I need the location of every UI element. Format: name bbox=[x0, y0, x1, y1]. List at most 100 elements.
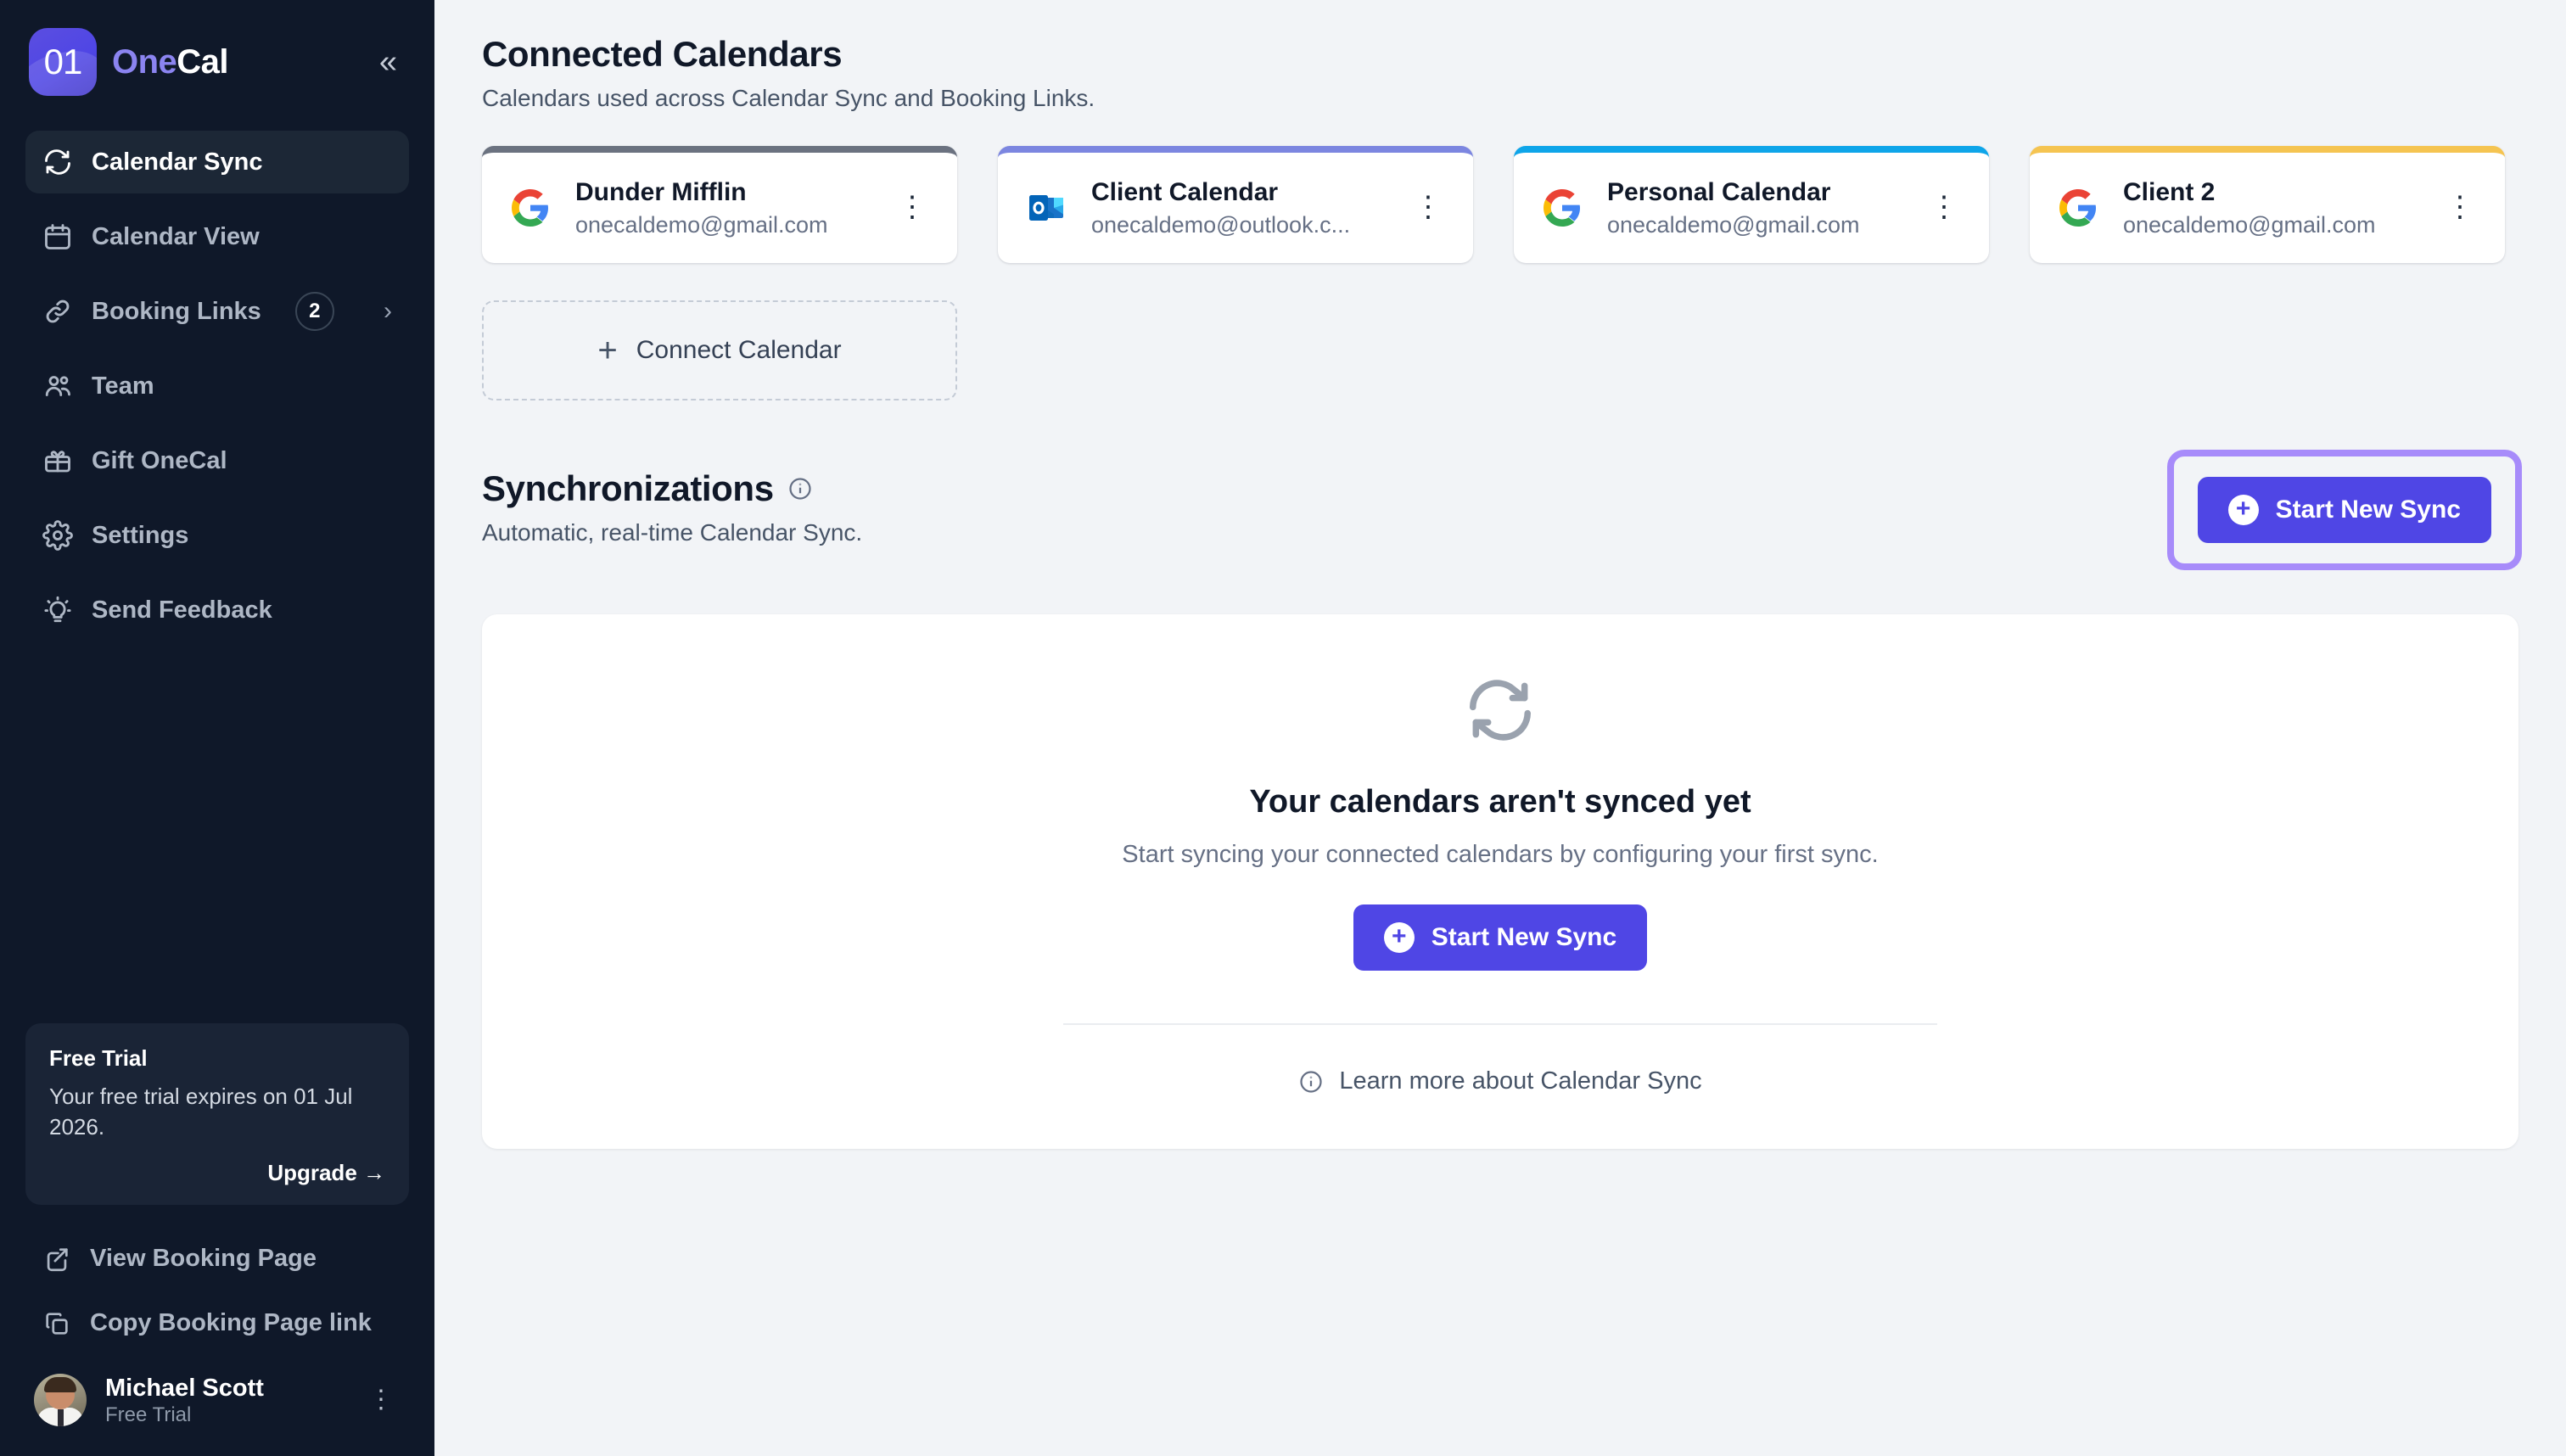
divider bbox=[1063, 1023, 1937, 1025]
synchronizations-subtitle: Automatic, real-time Calendar Sync. bbox=[482, 519, 2167, 546]
calendar-card[interactable]: Personal Calendar onecaldemo@gmail.com ⋮ bbox=[1514, 146, 1989, 263]
gift-icon bbox=[42, 445, 73, 476]
start-new-sync-highlight: + Start New Sync bbox=[2167, 450, 2522, 570]
sidebar-item-booking-links[interactable]: Booking Links 2 › bbox=[25, 280, 409, 343]
quick-link-label: Copy Booking Page link bbox=[90, 1309, 372, 1337]
sync-icon bbox=[42, 147, 73, 177]
calendar-card-texts: Client 2 onecaldemo@gmail.com bbox=[2123, 178, 2376, 238]
start-new-sync-label: Start New Sync bbox=[2276, 496, 2461, 524]
google-icon bbox=[2055, 185, 2101, 231]
sidebar-item-send-feedback[interactable]: Send Feedback bbox=[25, 579, 409, 641]
copy-booking-page-link[interactable]: Copy Booking Page link bbox=[0, 1291, 434, 1356]
sidebar-item-label: Settings bbox=[92, 522, 188, 550]
calendar-name: Personal Calendar bbox=[1607, 178, 1860, 207]
brand-name-cal: Cal bbox=[176, 43, 228, 81]
logo-mark-text: 01 bbox=[44, 42, 82, 82]
calendar-email: onecaldemo@gmail.com bbox=[1607, 212, 1860, 238]
sidebar-item-gift-onecal[interactable]: Gift OneCal bbox=[25, 429, 409, 492]
calendar-card-texts: Personal Calendar onecaldemo@gmail.com bbox=[1607, 178, 1860, 238]
start-new-sync-button[interactable]: + Start New Sync bbox=[2198, 477, 2491, 543]
calendar-card[interactable]: Dunder Mifflin onecaldemo@gmail.com ⋮ bbox=[482, 146, 957, 263]
connected-calendars-list: Dunder Mifflin onecaldemo@gmail.com ⋮ Cl… bbox=[482, 146, 2518, 263]
google-icon bbox=[507, 185, 553, 231]
calendar-name: Client Calendar bbox=[1091, 178, 1350, 207]
sidebar-item-label: Booking Links bbox=[92, 298, 261, 326]
view-booking-page-link[interactable]: View Booking Page bbox=[0, 1227, 434, 1291]
sidebar: 01 OneCal « Calendar Sync Calendar View bbox=[0, 0, 434, 1456]
sidebar-item-calendar-sync[interactable]: Calendar Sync bbox=[25, 131, 409, 193]
booking-links-count-badge: 2 bbox=[295, 292, 334, 331]
sidebar-item-label: Team bbox=[92, 372, 154, 400]
sidebar-item-label: Calendar View bbox=[92, 223, 260, 251]
calendar-name: Client 2 bbox=[2123, 178, 2376, 207]
sidebar-item-team[interactable]: Team bbox=[25, 355, 409, 417]
page-subtitle: Calendars used across Calendar Sync and … bbox=[482, 85, 2518, 112]
calendar-email: onecaldemo@gmail.com bbox=[2123, 212, 2376, 238]
calendar-card[interactable]: Client Calendar onecaldemo@outlook.c... … bbox=[998, 146, 1473, 263]
synchronizations-header: Synchronizations Automatic, real-time Ca… bbox=[482, 468, 2518, 570]
user-plan: Free Trial bbox=[105, 1403, 264, 1427]
page-title: Connected Calendars bbox=[482, 34, 2518, 75]
trial-title: Free Trial bbox=[49, 1045, 385, 1072]
sidebar-item-calendar-view[interactable]: Calendar View bbox=[25, 205, 409, 268]
start-new-sync-label: Start New Sync bbox=[1431, 923, 1616, 952]
external-link-icon bbox=[42, 1245, 71, 1274]
start-new-sync-button-empty[interactable]: + Start New Sync bbox=[1353, 904, 1647, 971]
info-icon[interactable] bbox=[787, 476, 813, 501]
kebab-menu-icon[interactable]: ⋮ bbox=[889, 193, 935, 221]
sync-icon bbox=[1464, 674, 1537, 747]
chevron-right-icon[interactable]: › bbox=[384, 297, 392, 326]
calendar-card-texts: Dunder Mifflin onecaldemo@gmail.com bbox=[575, 178, 828, 238]
link-icon bbox=[42, 296, 73, 327]
empty-state-title: Your calendars aren't synced yet bbox=[1249, 784, 1751, 820]
brand-name-one: One bbox=[112, 43, 176, 81]
synchronizations-title: Synchronizations bbox=[482, 468, 774, 509]
lightbulb-icon bbox=[42, 595, 73, 625]
kebab-menu-icon[interactable]: ⋮ bbox=[2437, 193, 2483, 221]
synchronizations-empty-state: Your calendars aren't synced yet Start s… bbox=[482, 614, 2518, 1149]
upgrade-link[interactable]: Upgrade → bbox=[49, 1160, 385, 1186]
brand-name: OneCal bbox=[112, 43, 228, 81]
learn-more-link[interactable]: Learn more about Calendar Sync bbox=[1298, 1067, 1701, 1095]
empty-state-subtitle: Start syncing your connected calendars b… bbox=[1122, 841, 1878, 869]
empty-state-action: + Start New Sync bbox=[1353, 904, 1647, 971]
plus-circle-icon: + bbox=[1384, 922, 1415, 953]
learn-more-label: Learn more about Calendar Sync bbox=[1339, 1067, 1701, 1095]
outlook-icon bbox=[1023, 185, 1069, 231]
calendar-card-texts: Client Calendar onecaldemo@outlook.c... bbox=[1091, 178, 1350, 238]
kebab-menu-icon[interactable]: ⋮ bbox=[1405, 193, 1451, 221]
copy-icon bbox=[42, 1309, 71, 1338]
connect-calendar-button[interactable]: + Connect Calendar bbox=[482, 300, 957, 400]
sidebar-header: 01 OneCal « bbox=[0, 0, 434, 93]
kebab-menu-icon[interactable]: ⋮ bbox=[361, 1380, 401, 1420]
synchronizations-title-row: Synchronizations bbox=[482, 468, 2167, 509]
user-profile[interactable]: Michael Scott Free Trial ⋮ bbox=[0, 1356, 434, 1456]
gear-icon bbox=[42, 520, 73, 551]
sidebar-item-settings[interactable]: Settings bbox=[25, 504, 409, 567]
connect-calendar-label: Connect Calendar bbox=[636, 336, 842, 365]
calendar-card[interactable]: Client 2 onecaldemo@gmail.com ⋮ bbox=[2030, 146, 2505, 263]
collapse-sidebar-button[interactable]: « bbox=[371, 41, 406, 83]
app-root: 01 OneCal « Calendar Sync Calendar View bbox=[0, 0, 2566, 1456]
kebab-menu-icon[interactable]: ⋮ bbox=[1921, 193, 1967, 221]
calendar-email: onecaldemo@outlook.c... bbox=[1091, 212, 1350, 238]
main-content: Connected Calendars Calendars used acros… bbox=[434, 0, 2566, 1456]
free-trial-card: Free Trial Your free trial expires on 01… bbox=[25, 1023, 409, 1205]
google-icon bbox=[1539, 185, 1585, 231]
sidebar-nav: Calendar Sync Calendar View Booking Link… bbox=[0, 131, 434, 653]
quick-link-label: View Booking Page bbox=[90, 1245, 317, 1273]
calendar-name: Dunder Mifflin bbox=[575, 178, 828, 207]
synchronizations-header-text: Synchronizations Automatic, real-time Ca… bbox=[482, 468, 2167, 546]
onecal-logo-icon: 01 bbox=[29, 28, 97, 96]
info-icon bbox=[1298, 1069, 1324, 1095]
calendar-email: onecaldemo@gmail.com bbox=[575, 212, 828, 238]
trial-description: Your free trial expires on 01 Jul 2026. bbox=[49, 1082, 385, 1143]
users-icon bbox=[42, 371, 73, 401]
sidebar-item-label: Calendar Sync bbox=[92, 148, 262, 176]
avatar bbox=[34, 1374, 87, 1426]
user-name: Michael Scott bbox=[105, 1373, 264, 1403]
calendar-icon bbox=[42, 221, 73, 252]
sidebar-item-label: Gift OneCal bbox=[92, 447, 227, 475]
sidebar-item-label: Send Feedback bbox=[92, 596, 272, 624]
plus-circle-icon: + bbox=[2228, 495, 2259, 525]
